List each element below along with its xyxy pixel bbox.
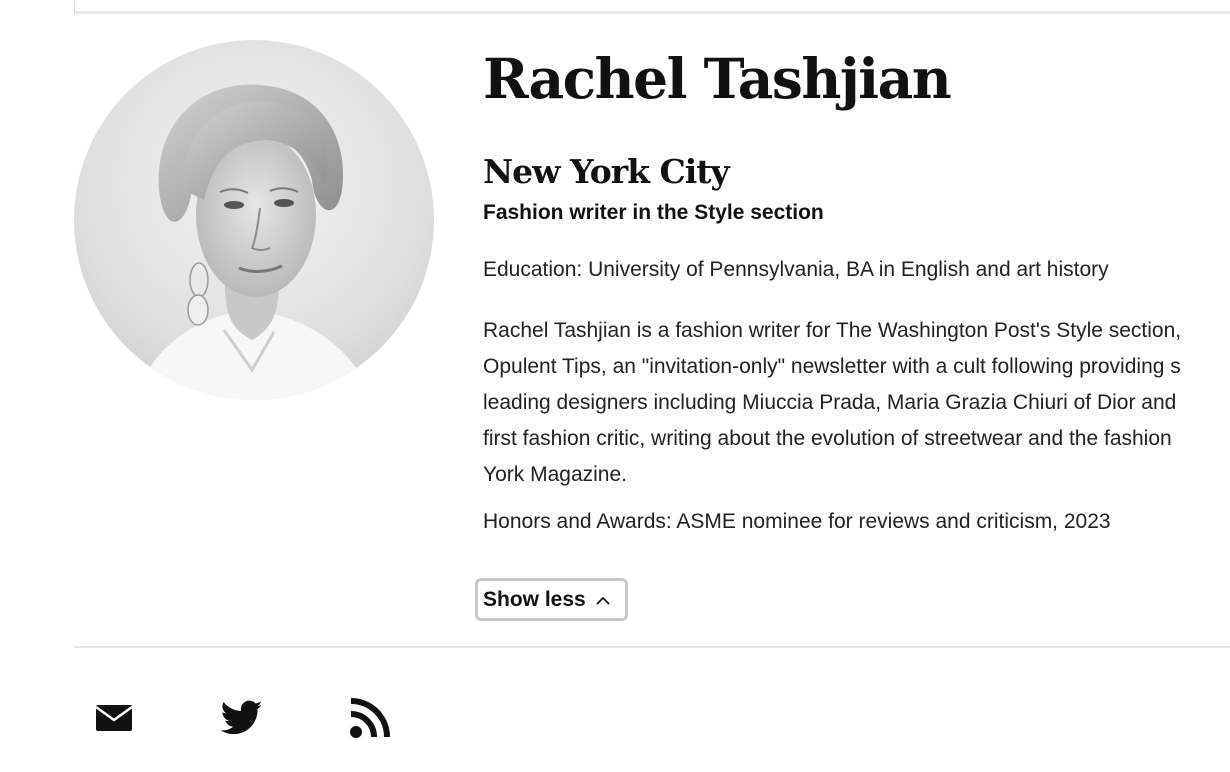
bio-line: leading designers including Miuccia Prad…	[483, 391, 1177, 414]
author-honors: Honors and Awards: ASME nominee for revi…	[483, 510, 1111, 533]
author-role: Fashion writer in the Style section	[483, 201, 824, 224]
bio-line: Opulent Tips, an "invitation-only" newsl…	[483, 355, 1181, 378]
author-name: Rachel Tashjian	[483, 46, 952, 111]
author-portrait-icon	[74, 40, 434, 400]
bio-line: first fashion critic, writing about the …	[483, 427, 1172, 450]
twitter-link[interactable]	[220, 698, 264, 742]
bottom-divider	[74, 646, 1230, 648]
author-info: Rachel Tashjian New York City Fashion wr…	[483, 0, 1230, 772]
author-location: New York City	[483, 152, 730, 191]
bio-line: York Magazine.	[483, 463, 627, 486]
chevron-up-icon	[595, 594, 611, 606]
show-less-button[interactable]: Show less	[475, 578, 628, 621]
rss-icon	[349, 697, 391, 744]
author-bio: Rachel Tashjian is a fashion writer for …	[483, 313, 1230, 493]
show-less-label: Show less	[483, 587, 586, 611]
email-link[interactable]	[92, 698, 136, 742]
author-education: Education: University of Pennsylvania, B…	[483, 258, 1109, 281]
bio-line: Rachel Tashjian is a fashion writer for …	[483, 319, 1182, 342]
email-icon	[95, 703, 133, 738]
author-avatar	[74, 40, 434, 400]
top-divider-edge	[74, 0, 75, 14]
twitter-icon	[220, 700, 263, 741]
rss-link[interactable]	[348, 697, 392, 744]
